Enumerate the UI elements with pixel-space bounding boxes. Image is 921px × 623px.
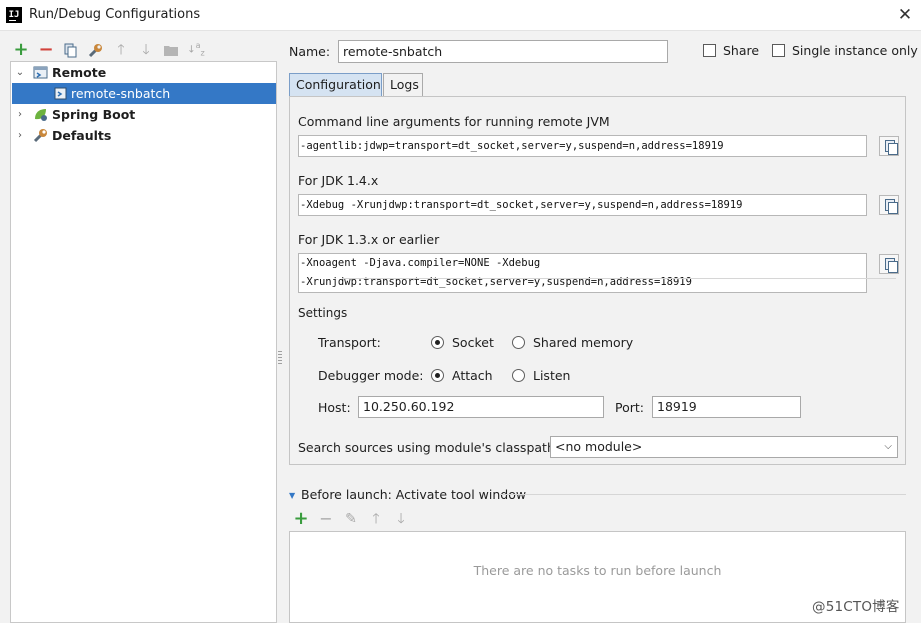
arrow-up-icon[interactable]: 🡑 xyxy=(367,509,385,529)
copy-cmd-args-icon[interactable] xyxy=(879,136,899,156)
tab-logs[interactable]: Logs xyxy=(383,73,423,97)
settings-label: Settings xyxy=(298,306,348,320)
copy-icon[interactable] xyxy=(62,40,80,60)
transport-shared-memory-radio[interactable] xyxy=(512,336,525,349)
sort-az-icon[interactable]: ↓az xyxy=(187,40,205,60)
single-instance-label: Single instance only xyxy=(792,43,918,58)
chevron-right-icon[interactable]: › xyxy=(14,125,26,146)
classpath-label: Search sources using module's classpath: xyxy=(298,440,560,455)
jdk13-args-line-2: -Xrunjdwp:transport=dt_socket,server=y,s… xyxy=(300,276,692,288)
remote-icon xyxy=(33,66,48,79)
port-input[interactable]: 18919 xyxy=(652,396,801,418)
name-label: Name: xyxy=(289,44,331,59)
arrow-up-icon[interactable]: 🡑 xyxy=(112,40,130,60)
splitter-handle[interactable] xyxy=(278,351,282,365)
port-label: Port: xyxy=(615,400,644,415)
spring-boot-icon xyxy=(35,109,47,121)
transport-socket-radio[interactable] xyxy=(431,336,444,349)
module-classpath-select[interactable]: <no module> ⌵ xyxy=(550,436,898,458)
plus-icon[interactable]: + xyxy=(292,509,310,529)
jdk14-args-field[interactable]: -Xdebug -Xrunjdwp:transport=dt_socket,se… xyxy=(298,194,867,216)
folder-icon[interactable] xyxy=(162,40,180,60)
jdk14-label: For JDK 1.4.x xyxy=(298,173,379,188)
single-instance-checkbox[interactable] xyxy=(772,44,785,57)
pencil-icon[interactable]: ✎ xyxy=(342,509,360,529)
before-launch-title: Before launch: Activate tool window xyxy=(301,487,527,502)
debugger-mode-label: Debugger mode: xyxy=(318,368,424,383)
wrench-icon[interactable] xyxy=(87,40,105,60)
window-title: Run/Debug Configurations xyxy=(29,7,201,22)
jdk13-label: For JDK 1.3.x or earlier xyxy=(298,232,440,247)
arrow-down-icon[interactable]: 🡓 xyxy=(392,509,410,529)
tree-label-remote: Remote xyxy=(52,65,107,80)
title-bar: IJ Run/Debug Configurations ✕ xyxy=(0,0,921,31)
cmd-args-label: Command line arguments for running remot… xyxy=(298,114,610,129)
host-label: Host: xyxy=(318,400,351,415)
jdk13-args-line-1: -Xnoagent -Djava.compiler=NONE -Xdebug xyxy=(300,257,541,269)
chevron-down-icon: ⌵ xyxy=(884,441,892,452)
transport-label: Transport: xyxy=(318,335,381,350)
mode-listen-radio[interactable] xyxy=(512,369,525,382)
plus-icon[interactable]: + xyxy=(12,40,30,60)
copy-jdk14-args-icon[interactable] xyxy=(879,195,899,215)
module-classpath-value: <no module> xyxy=(555,439,643,454)
tree-label-defaults: Defaults xyxy=(52,128,112,143)
name-input[interactable]: remote-snbatch xyxy=(338,40,668,63)
dialog-body: + − 🡑 🡓 ↓az ⌄ Remote remote-snbatch › Sp… xyxy=(0,31,921,623)
transport-shared-memory-label: Shared memory xyxy=(533,335,634,350)
mode-attach-radio[interactable] xyxy=(431,369,444,382)
copy-jdk13-args-icon[interactable] xyxy=(879,254,899,274)
host-input[interactable]: 10.250.60.192 xyxy=(358,396,604,418)
wrench-icon xyxy=(33,129,47,143)
jdk13-args-field[interactable]: -Xnoagent -Djava.compiler=NONE -Xdebug -… xyxy=(298,253,867,293)
tree-label-remote-snbatch: remote-snbatch xyxy=(71,86,171,101)
mode-listen-label: Listen xyxy=(533,368,571,383)
mode-attach-label: Attach xyxy=(452,368,493,383)
intellij-app-icon: IJ xyxy=(6,7,22,23)
before-launch-divider xyxy=(500,494,906,495)
tree-node-defaults[interactable]: › Defaults xyxy=(11,125,276,146)
tree-node-remote-snbatch[interactable]: remote-snbatch xyxy=(12,83,276,104)
remote-config-icon xyxy=(54,87,67,100)
arrow-down-icon[interactable]: 🡓 xyxy=(137,40,155,60)
chevron-down-icon[interactable]: ⌄ xyxy=(14,62,26,83)
transport-socket-label: Socket xyxy=(452,335,494,350)
tab-configuration[interactable]: Configuration xyxy=(289,73,382,97)
close-icon[interactable]: ✕ xyxy=(893,3,917,27)
empty-tasks-text: There are no tasks to run before launch xyxy=(473,563,722,578)
chevron-right-icon[interactable]: › xyxy=(14,104,26,125)
configuration-tree: ⌄ Remote remote-snbatch › Spring Boot › … xyxy=(10,61,277,623)
cmd-args-field[interactable]: -agentlib:jdwp=transport=dt_socket,serve… xyxy=(298,135,867,157)
watermark-text: @51CTO博客 xyxy=(812,599,900,615)
share-checkbox[interactable] xyxy=(703,44,716,57)
settings-divider xyxy=(342,278,896,279)
tree-node-remote[interactable]: ⌄ Remote xyxy=(11,62,276,83)
share-label: Share xyxy=(723,43,760,58)
minus-icon[interactable]: − xyxy=(317,509,335,529)
tree-label-spring-boot: Spring Boot xyxy=(52,107,136,122)
tree-node-spring-boot[interactable]: › Spring Boot xyxy=(11,104,276,125)
minus-icon[interactable]: − xyxy=(37,40,55,60)
collapse-triangle-icon[interactable]: ▼ xyxy=(289,491,295,500)
